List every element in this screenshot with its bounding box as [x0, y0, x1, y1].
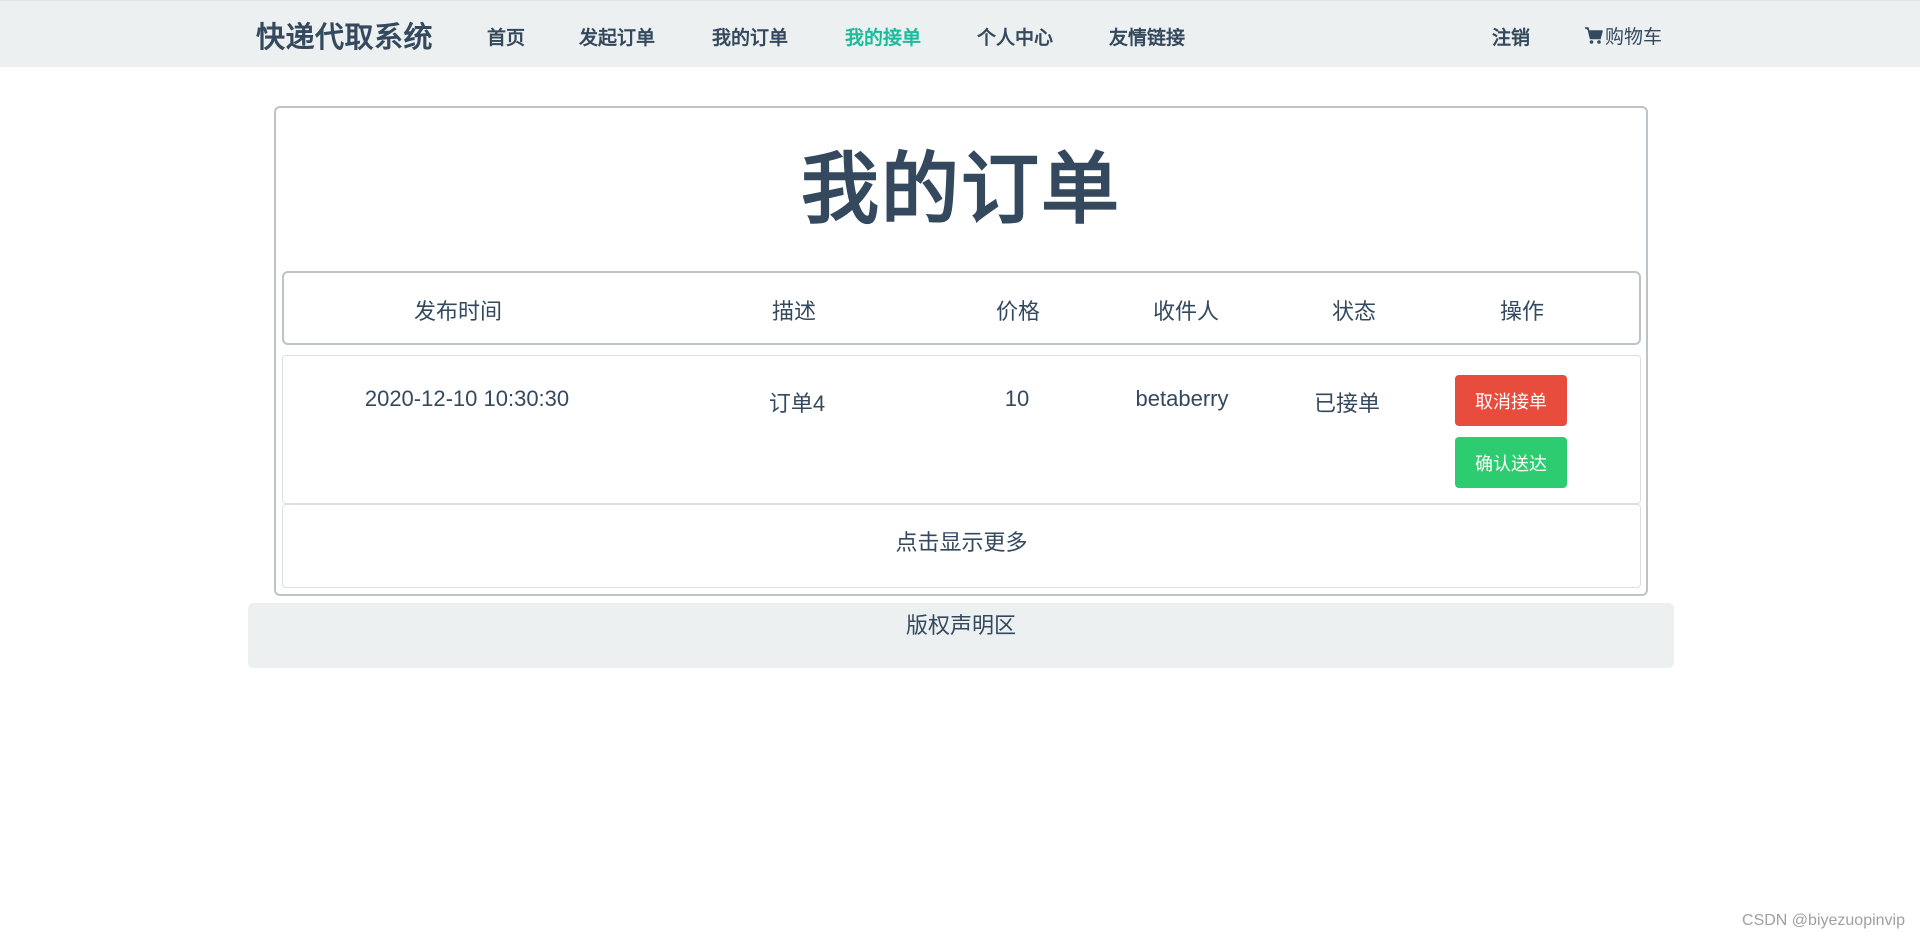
top-navbar: 快递代取系统 首页 发起订单 我的订单 我的接单 个人中心 友情链接 注销 购物… — [0, 0, 1920, 67]
logout-link[interactable]: 注销 — [1492, 23, 1530, 50]
column-header-price: 价格 — [995, 299, 1041, 324]
nav-item-friend-links[interactable]: 友情链接 — [1109, 23, 1185, 50]
nav-item-my-orders[interactable]: 我的订单 — [712, 23, 788, 50]
show-more-row[interactable]: 点击显示更多 — [282, 504, 1641, 588]
nav-item-my-accepted[interactable]: 我的接单 — [845, 23, 921, 50]
column-header-description: 描述 — [771, 299, 817, 324]
table-row: 2020-12-10 10:30:30 订单4 10 betaberry 已接单… — [282, 355, 1641, 504]
brand-logo[interactable]: 快递代取系统 — [256, 14, 433, 56]
watermark: CSDN @biyezuopinvip — [1742, 912, 1905, 929]
cart-label: 购物车 — [1605, 27, 1663, 48]
cancel-accept-button[interactable]: 取消接单 — [1455, 375, 1567, 426]
order-recipient: betaberry — [1135, 386, 1229, 411]
nav-item-profile[interactable]: 个人中心 — [977, 23, 1053, 50]
order-time: 2020-12-10 10:30:30 — [364, 386, 570, 411]
column-header-recipient: 收件人 — [1152, 299, 1220, 324]
order-description: 订单4 — [768, 391, 826, 416]
nav-item-publish-order[interactable]: 发起订单 — [579, 23, 655, 50]
page-title: 我的订单 — [800, 145, 1121, 233]
cart-link[interactable]: 购物车 — [1584, 22, 1662, 49]
nav-item-home[interactable]: 首页 — [487, 23, 525, 50]
column-header-actions: 操作 — [1499, 299, 1545, 324]
orders-panel: 我的订单 发布时间 描述 价格 收件人 状态 操作 2020-12-10 10:… — [274, 106, 1648, 596]
order-price: 10 — [1004, 386, 1030, 411]
order-status: 已接单 — [1313, 391, 1381, 416]
confirm-delivery-button[interactable]: 确认送达 — [1455, 437, 1567, 488]
cart-icon — [1584, 26, 1604, 46]
copyright-text: 版权声明区 — [905, 613, 1016, 638]
column-header-status: 状态 — [1331, 299, 1377, 324]
column-header-time: 发布时间 — [413, 299, 503, 324]
show-more-label: 点击显示更多 — [895, 530, 1028, 555]
footer: 版权声明区 — [248, 603, 1674, 668]
table-header: 发布时间 描述 价格 收件人 状态 操作 — [282, 271, 1641, 345]
